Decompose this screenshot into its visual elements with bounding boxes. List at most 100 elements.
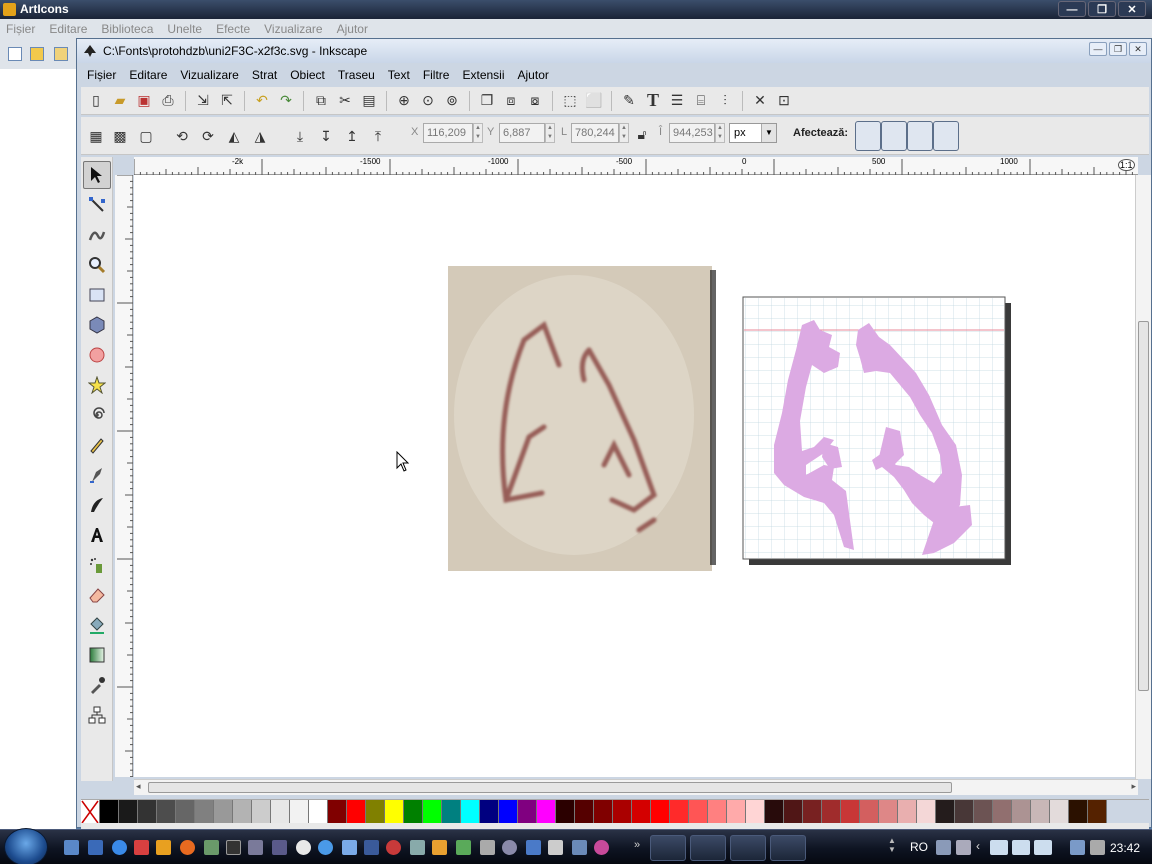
terminal-icon[interactable] bbox=[410, 840, 425, 855]
color-swatch[interactable] bbox=[1050, 800, 1069, 824]
window-switcher-icon[interactable] bbox=[88, 840, 103, 855]
menu-file[interactable]: Fișier bbox=[87, 68, 116, 82]
vertical-scroll-thumb[interactable] bbox=[1138, 321, 1149, 691]
color-swatch[interactable] bbox=[974, 800, 993, 824]
zoom-page-icon[interactable]: ⊚ bbox=[443, 92, 461, 110]
color-swatch[interactable] bbox=[575, 800, 594, 824]
color-swatch[interactable] bbox=[290, 800, 309, 824]
transform-patterns-toggle[interactable] bbox=[933, 121, 959, 151]
cut-icon[interactable]: ✂ bbox=[336, 92, 354, 110]
game-icon[interactable] bbox=[502, 840, 517, 855]
undo-icon[interactable]: ↶ bbox=[253, 92, 271, 110]
flip-vertical-icon[interactable]: ◮ bbox=[251, 127, 269, 145]
3d-box-tool-icon[interactable] bbox=[83, 311, 111, 339]
selector-tool-icon[interactable] bbox=[83, 161, 111, 189]
rectangle-tool-icon[interactable] bbox=[83, 281, 111, 309]
chrome-icon[interactable] bbox=[318, 840, 333, 855]
deselect-icon[interactable]: ▢ bbox=[137, 127, 155, 145]
eraser-tool-icon[interactable] bbox=[83, 581, 111, 609]
scroll-right-icon[interactable]: ▸ bbox=[1131, 781, 1136, 792]
articons-menu-library[interactable]: Biblioteca bbox=[101, 22, 153, 36]
start-button[interactable] bbox=[4, 828, 48, 864]
close-icon[interactable]: ✕ bbox=[1129, 42, 1147, 56]
transform-gradients-toggle[interactable] bbox=[907, 121, 933, 151]
color-swatch[interactable] bbox=[784, 800, 803, 824]
tray-app3-icon[interactable] bbox=[1034, 840, 1052, 855]
articons-menu-view[interactable]: Vizualizare bbox=[264, 22, 322, 36]
command-prompt-icon[interactable] bbox=[226, 840, 241, 855]
scale-corners-toggle[interactable] bbox=[881, 121, 907, 151]
menu-edit[interactable]: Editare bbox=[129, 68, 167, 82]
redo-icon[interactable]: ↷ bbox=[277, 92, 295, 110]
color-swatch[interactable] bbox=[480, 800, 499, 824]
color-swatch[interactable] bbox=[233, 800, 252, 824]
lock-icon[interactable]: 🔓︎ bbox=[633, 125, 651, 143]
network-app-icon[interactable] bbox=[364, 840, 379, 855]
width-spinner[interactable]: ▲ ▼ bbox=[619, 123, 629, 143]
print-manager-icon[interactable] bbox=[480, 840, 495, 855]
select-all-layers-icon[interactable]: ▩ bbox=[111, 127, 129, 145]
raise-to-top-icon[interactable]: ⤒ bbox=[369, 127, 387, 145]
calligraphy-tool-icon[interactable] bbox=[83, 491, 111, 519]
horizontal-scrollbar[interactable]: ◂ ▸ bbox=[134, 779, 1138, 795]
color-swatch[interactable] bbox=[157, 800, 176, 824]
color-swatch[interactable] bbox=[1031, 800, 1050, 824]
tray-options-icon[interactable] bbox=[956, 840, 971, 855]
spray-tool-icon[interactable] bbox=[83, 551, 111, 579]
color-swatch[interactable] bbox=[936, 800, 955, 824]
color-swatch[interactable] bbox=[822, 800, 841, 824]
color-swatch[interactable] bbox=[632, 800, 651, 824]
color-swatch[interactable] bbox=[252, 800, 271, 824]
color-swatch[interactable] bbox=[404, 800, 423, 824]
color-swatch[interactable] bbox=[499, 800, 518, 824]
glyph-page[interactable] bbox=[742, 296, 1011, 565]
menu-filters[interactable]: Filtre bbox=[423, 68, 450, 82]
fill-stroke-icon[interactable]: ✎ bbox=[620, 92, 638, 110]
network-icon[interactable] bbox=[1070, 840, 1085, 855]
copy-icon[interactable]: ⧉ bbox=[312, 92, 330, 110]
star-tool-icon[interactable] bbox=[83, 371, 111, 399]
zoom-1to1-icon[interactable]: 1:1 bbox=[1118, 159, 1135, 171]
new-document-icon[interactable]: ▯ bbox=[87, 92, 105, 110]
remote-desktop-icon[interactable] bbox=[572, 840, 587, 855]
upload-icon[interactable] bbox=[526, 840, 541, 855]
color-swatch[interactable] bbox=[423, 800, 442, 824]
articons-menu-edit[interactable]: Editare bbox=[49, 22, 87, 36]
color-swatch[interactable] bbox=[594, 800, 613, 824]
color-swatch[interactable] bbox=[119, 800, 138, 824]
x-input[interactable]: 116,209 bbox=[423, 123, 473, 143]
php-icon[interactable] bbox=[272, 840, 287, 855]
color-swatch[interactable] bbox=[537, 800, 556, 824]
spiral-tool-icon[interactable] bbox=[83, 401, 111, 429]
width-input[interactable]: 780,244 bbox=[571, 123, 619, 143]
color-swatch[interactable] bbox=[347, 800, 366, 824]
color-swatch[interactable] bbox=[898, 800, 917, 824]
pen-tool-icon[interactable] bbox=[83, 461, 111, 489]
color-swatch[interactable] bbox=[556, 800, 575, 824]
color-swatch[interactable] bbox=[670, 800, 689, 824]
warning-task-button[interactable] bbox=[730, 835, 766, 861]
color-swatch[interactable] bbox=[214, 800, 233, 824]
tray-app2-icon[interactable] bbox=[1012, 840, 1030, 855]
color-swatch[interactable] bbox=[138, 800, 157, 824]
gradient-tool-icon[interactable] bbox=[83, 641, 111, 669]
restore-icon[interactable]: ❐ bbox=[1088, 1, 1116, 17]
scale-stroke-toggle[interactable] bbox=[855, 121, 881, 151]
open-icon[interactable]: ▰ bbox=[111, 92, 129, 110]
menu-object[interactable]: Obiect bbox=[290, 68, 325, 82]
color-swatch[interactable] bbox=[461, 800, 480, 824]
color-swatch[interactable] bbox=[727, 800, 746, 824]
ellipse-tool-icon[interactable] bbox=[83, 341, 111, 369]
quicklaunch-more-icon[interactable]: » bbox=[634, 839, 640, 851]
import-icon[interactable]: ⇲ bbox=[194, 92, 212, 110]
library-icon[interactable] bbox=[30, 47, 44, 61]
raise-icon[interactable]: ↥ bbox=[343, 127, 361, 145]
color-swatch[interactable] bbox=[993, 800, 1012, 824]
rotate-cw-icon[interactable]: ⟳ bbox=[199, 127, 217, 145]
color-swatch[interactable] bbox=[176, 800, 195, 824]
color-swatch[interactable] bbox=[1012, 800, 1031, 824]
ie-browser-icon[interactable] bbox=[112, 840, 127, 855]
select-all-icon[interactable]: ▦ bbox=[87, 127, 105, 145]
node-tool-icon[interactable] bbox=[83, 191, 111, 219]
zoom-tool-icon[interactable] bbox=[83, 251, 111, 279]
